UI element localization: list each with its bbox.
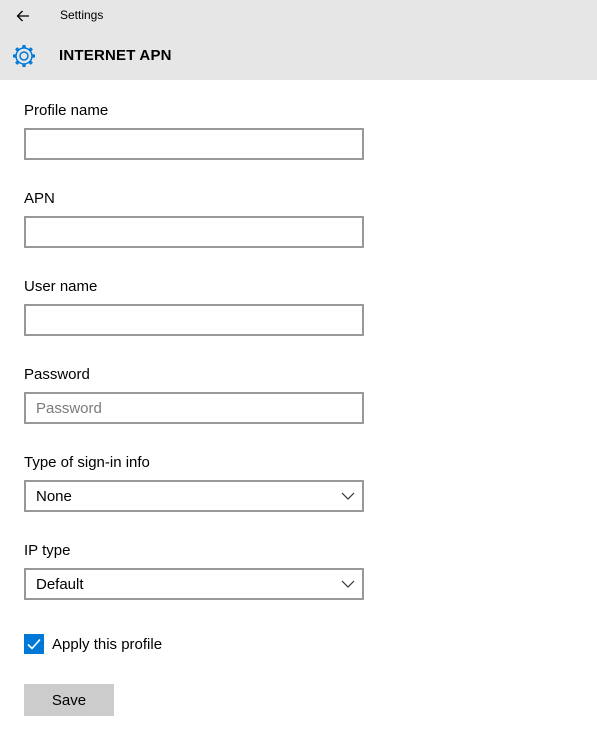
gear-icon: [13, 45, 35, 67]
chevron-down-icon: [341, 492, 355, 500]
ip-type-dropdown[interactable]: Default: [24, 568, 364, 600]
user-name-input[interactable]: [24, 304, 364, 336]
arrow-left-icon: [16, 10, 29, 22]
checkmark-icon: [27, 638, 41, 650]
apn-label: APN: [24, 190, 55, 207]
page-title: INTERNET APN: [59, 47, 172, 64]
ip-type-value: Default: [36, 576, 84, 593]
profile-name-input[interactable]: [24, 128, 364, 160]
chevron-down-icon: [341, 580, 355, 588]
save-button[interactable]: Save: [24, 684, 114, 716]
header-bar: Settings INTERNET APN: [0, 0, 597, 80]
password-input[interactable]: [24, 392, 364, 424]
apn-input[interactable]: [24, 216, 364, 248]
profile-name-label: Profile name: [24, 102, 109, 119]
sign-in-type-value: None: [36, 488, 72, 505]
back-button[interactable]: [8, 2, 38, 30]
apply-profile-checkbox[interactable]: [24, 634, 44, 654]
sign-in-type-dropdown[interactable]: None: [24, 480, 364, 512]
window-title: Settings: [60, 8, 104, 22]
sign-in-type-label: Type of sign-in info: [24, 454, 150, 471]
password-label: Password: [24, 366, 90, 383]
ip-type-label: IP type: [24, 542, 71, 559]
user-name-label: User name: [24, 278, 98, 295]
apply-profile-label: Apply this profile: [52, 636, 163, 653]
